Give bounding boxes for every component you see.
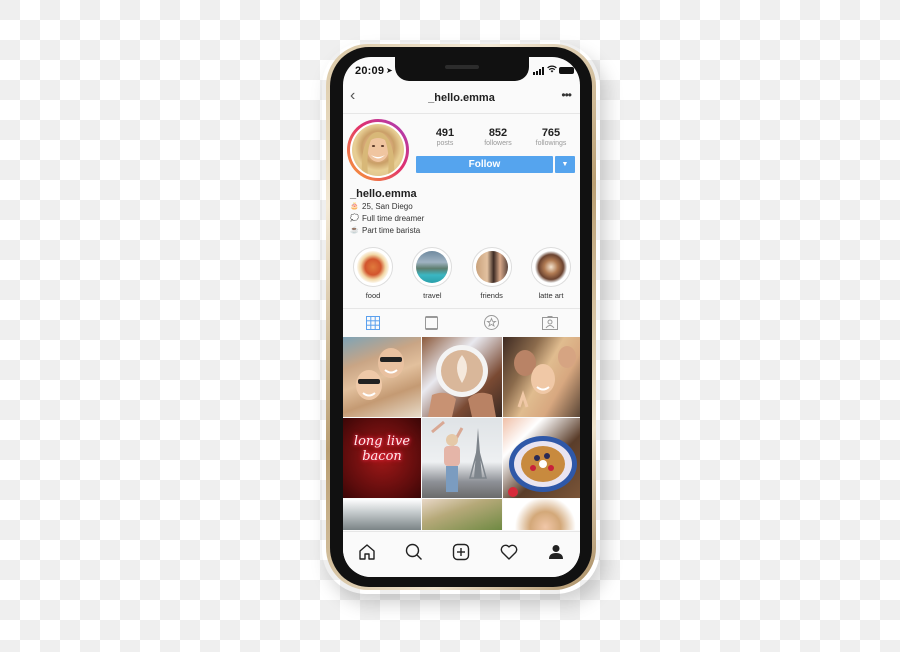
cake-icon: 🎂	[350, 203, 359, 210]
neon-sign-text: long live bacon	[353, 434, 411, 464]
highlight-ring	[530, 247, 571, 287]
profile-bio: _hello.emma 🎂 25, San Diego 💭 Full time …	[350, 188, 424, 237]
header-username: _hello.emma	[428, 92, 495, 104]
avatar	[350, 122, 406, 178]
avatar-photo	[352, 124, 404, 176]
thought-bubble-icon: 💭	[350, 215, 359, 222]
highlight-travel[interactable]: travel	[409, 247, 455, 300]
tab-tagged[interactable]	[535, 313, 565, 333]
highlight-cover-pizza	[357, 251, 389, 283]
profile-header: ‹ _hello.emma •••	[343, 85, 580, 114]
grid-post[interactable]	[503, 499, 580, 530]
feed-icon	[425, 315, 439, 330]
post-photo-friends-sunglasses	[356, 348, 404, 400]
highlight-ring	[353, 247, 393, 287]
highlight-friends[interactable]: friends	[469, 247, 515, 300]
grid-post[interactable]	[503, 418, 580, 498]
highlight-cover-latte	[534, 251, 567, 283]
follow-dropdown-button[interactable]: ▼	[555, 156, 575, 173]
tagged-icon	[542, 315, 559, 330]
grid-post[interactable]	[422, 337, 502, 417]
status-time: 20:09	[355, 65, 385, 77]
bio-line: 🎂 25, San Diego	[350, 201, 424, 213]
nav-profile[interactable]	[544, 540, 568, 564]
bio-text: Full time dreamer	[362, 214, 425, 223]
stat-label: posts	[436, 140, 454, 147]
phone-screen: 20:09 ➤ ‹ _hello.emma ••• 491 posts 852 …	[343, 57, 580, 577]
grid-post[interactable]	[422, 499, 502, 530]
more-options-icon[interactable]: •••	[561, 88, 572, 102]
highlight-food[interactable]: food	[350, 247, 396, 300]
avatar-story-ring[interactable]	[347, 119, 409, 181]
profile-tabs	[343, 308, 580, 336]
highlight-ring	[412, 247, 453, 287]
stat-followers[interactable]: 852 followers	[472, 127, 524, 147]
post-photo-latte	[428, 345, 496, 417]
post-photo-waffle	[508, 436, 577, 497]
profile-icon	[549, 545, 564, 559]
follow-button[interactable]: Follow	[416, 156, 553, 173]
bottom-navigation	[343, 531, 580, 577]
post-photo-friends-group	[514, 346, 576, 408]
stat-value: 491	[435, 127, 455, 139]
location-arrow-icon: ➤	[386, 66, 393, 75]
nav-search[interactable]	[402, 540, 426, 564]
stat-value: 852	[488, 127, 508, 139]
story-highlights: food travel friends latte art	[350, 247, 574, 300]
add-post-icon	[453, 543, 470, 561]
search-icon	[405, 543, 423, 560]
profile-stats: 491 posts 852 followers 765 followings	[419, 127, 577, 147]
grid-post[interactable]	[343, 499, 421, 530]
stat-followings[interactable]: 765 followings	[525, 127, 577, 147]
nav-home[interactable]	[355, 540, 379, 564]
battery-icon	[559, 67, 574, 74]
signal-icon	[533, 67, 544, 75]
highlight-latte-art[interactable]: latte art	[528, 247, 574, 300]
grid-post[interactable]: long live bacon	[343, 418, 421, 498]
nav-activity[interactable]	[497, 540, 521, 564]
highlight-cover-lake	[416, 251, 449, 283]
tab-grid[interactable]	[358, 313, 388, 333]
coffee-icon: ☕	[350, 227, 359, 234]
tab-feed[interactable]	[417, 313, 447, 333]
grid-post[interactable]	[503, 337, 580, 417]
highlight-ring	[471, 247, 512, 287]
grid-post[interactable]	[422, 418, 502, 498]
bio-text: 25, San Diego	[362, 202, 413, 211]
highlight-label: latte art	[538, 291, 564, 300]
post-photo-eiffel-tower	[431, 420, 487, 492]
bio-line: ☕ Part time barista	[350, 225, 424, 237]
tab-saved[interactable]	[476, 313, 506, 333]
activity-heart-icon	[500, 544, 518, 560]
grid-post[interactable]	[343, 337, 421, 417]
posts-grid: long live bacon	[343, 337, 580, 530]
stat-value: 765	[541, 127, 561, 139]
star-icon	[483, 315, 499, 330]
stat-posts[interactable]: 491 posts	[419, 127, 471, 147]
grid-icon	[365, 315, 380, 330]
bio-text: Part time barista	[362, 226, 421, 235]
bio-line: 💭 Full time dreamer	[350, 213, 424, 225]
nav-new-post[interactable]	[449, 540, 473, 564]
stat-label: followings	[535, 140, 567, 147]
highlight-label: food	[365, 291, 381, 300]
home-icon	[358, 544, 375, 560]
wifi-icon	[547, 65, 557, 75]
highlight-cover-friends	[475, 251, 508, 283]
phone-notch	[395, 57, 529, 81]
stat-label: followers	[484, 140, 512, 147]
bio-name: _hello.emma	[350, 188, 417, 200]
highlight-label: friends	[480, 291, 503, 300]
highlight-label: travel	[423, 291, 442, 300]
